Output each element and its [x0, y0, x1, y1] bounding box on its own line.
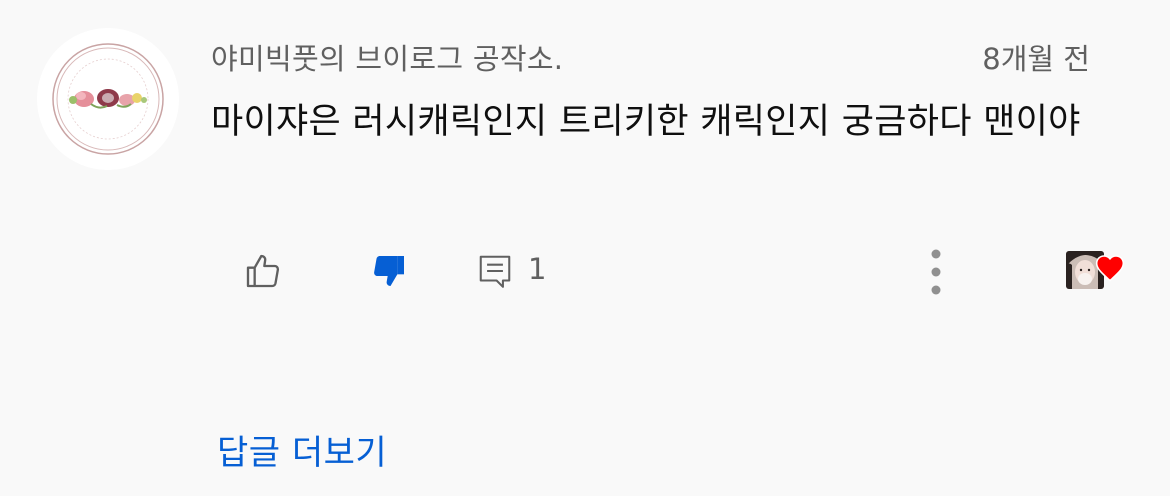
- comment-timestamp: 8개월 전: [982, 42, 1090, 76]
- thumbs-down-icon: [374, 256, 404, 286]
- author-avatar[interactable]: [37, 28, 179, 170]
- author-name[interactable]: 야미빅풋의 브이로그 공작소.: [211, 36, 563, 78]
- reply-count: 1: [528, 252, 547, 286]
- comment-text: 마이쟈은 러시캐릭인지 트리키한 캐릭인지 궁금하다 맨이야: [211, 102, 1081, 142]
- dislike-button[interactable]: [364, 246, 414, 296]
- like-button[interactable]: [238, 246, 288, 296]
- more-vertical-icon: [931, 249, 941, 295]
- more-actions-button[interactable]: [916, 244, 956, 300]
- reply-button[interactable]: [472, 246, 518, 296]
- view-replies-link[interactable]: 답글 더보기: [217, 425, 387, 474]
- creator-heart-badge: [1066, 250, 1128, 292]
- comment-item: 야미빅풋의 브이로그 공작소. 8개월 전 마이쟈은 러시캐릭인지 트리키한 캐…: [0, 0, 1170, 496]
- comment-icon: [479, 255, 511, 288]
- avatar-logo-icon: [37, 28, 179, 170]
- thumbs-up-icon: [246, 254, 280, 288]
- heart-icon: [1095, 255, 1125, 282]
